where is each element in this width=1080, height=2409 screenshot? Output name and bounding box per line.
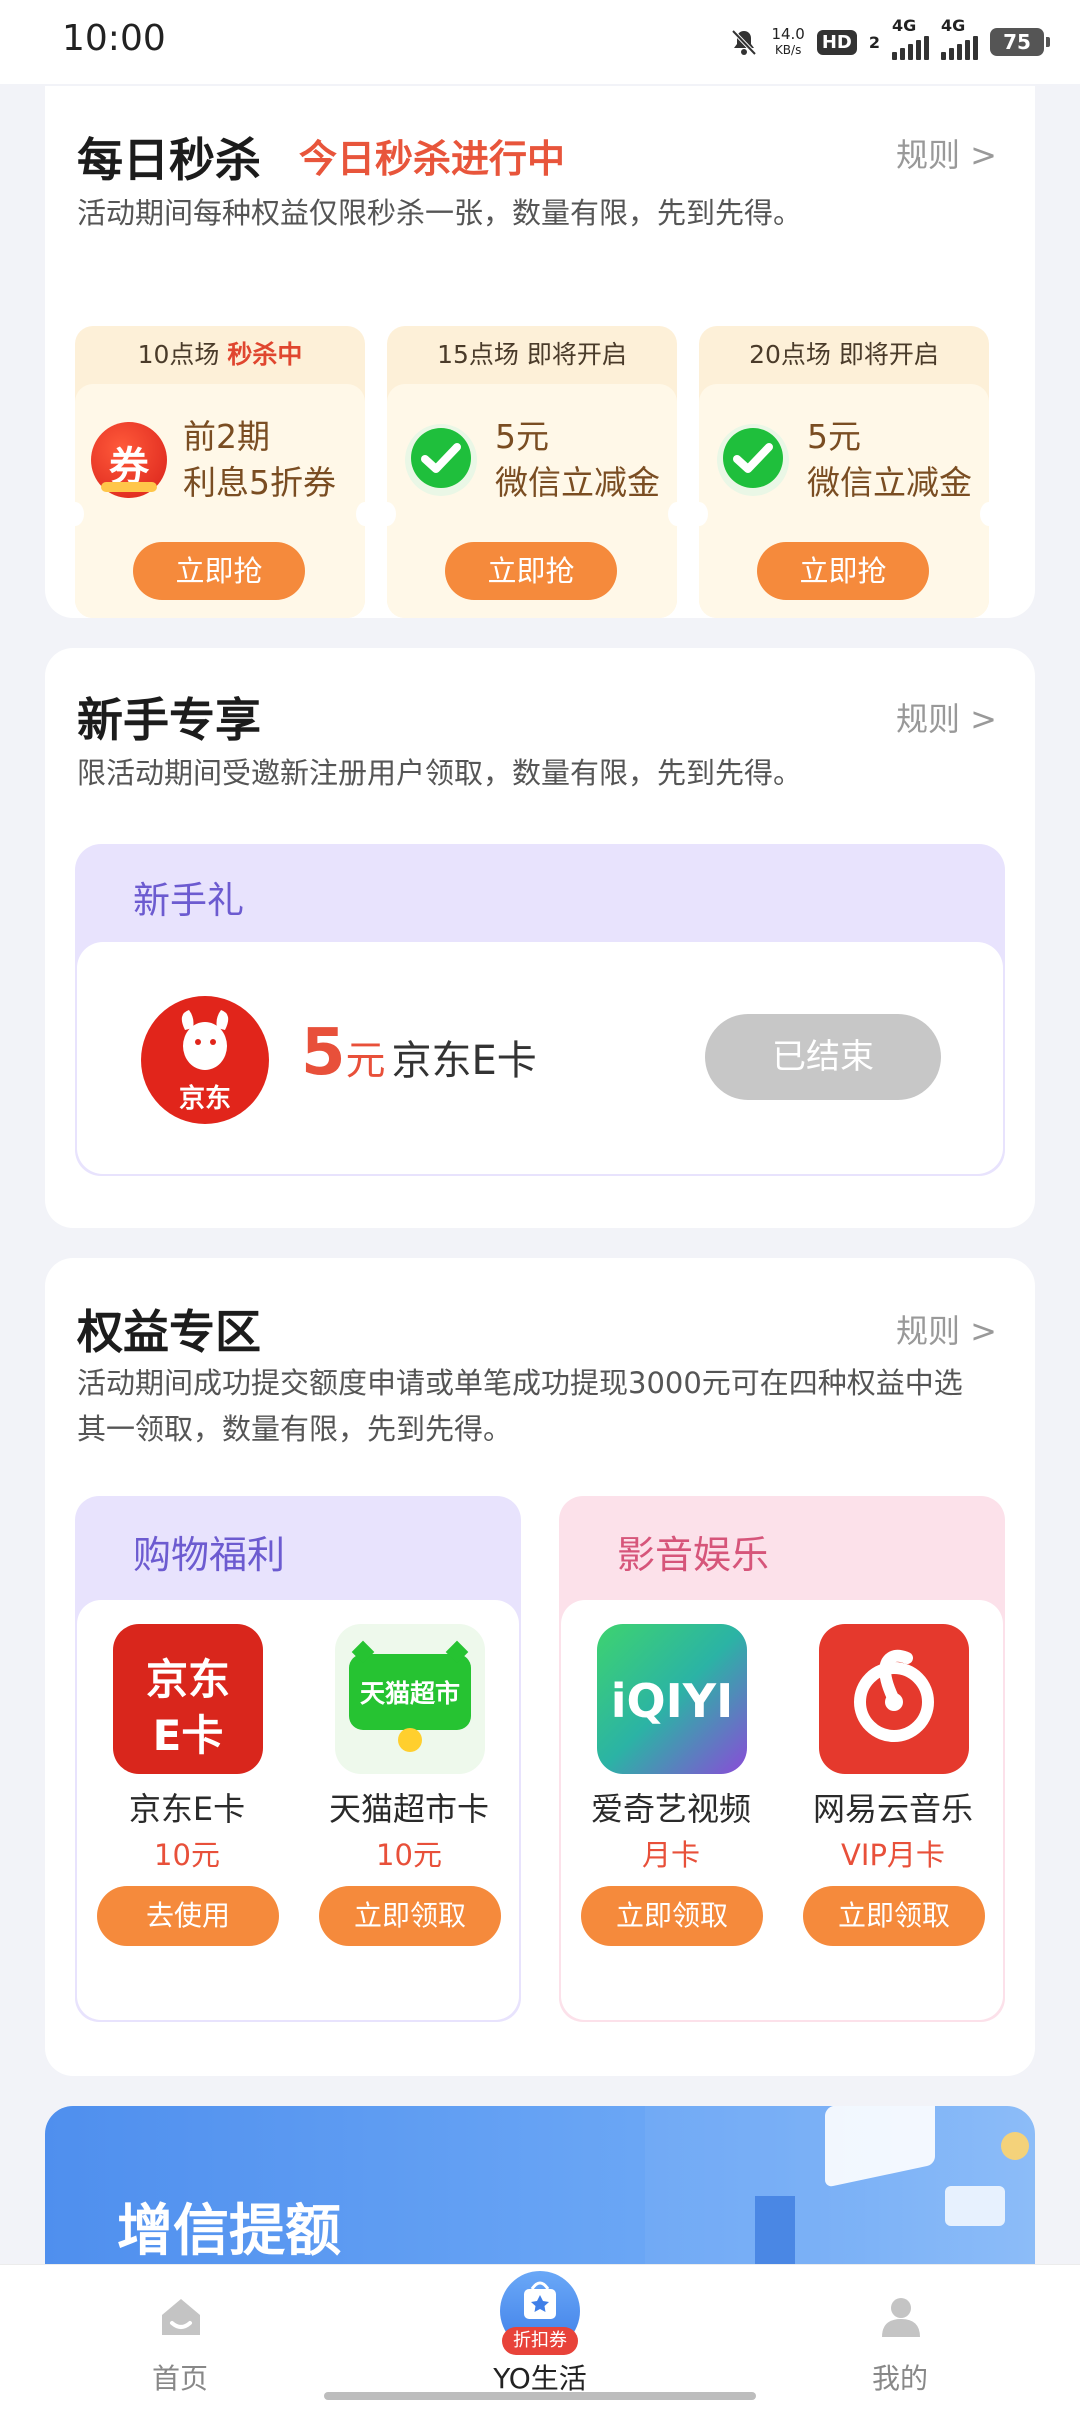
newbie-rule-link[interactable]: 规则 > [896, 694, 997, 740]
benefit-tmall-card: 天猫超市 天猫超市卡 10元 立即领取 [299, 1600, 519, 2020]
status-bar: 10:00 14.0 KB/s HD 2 4G 4G 75 [0, 0, 1080, 84]
use-button[interactable]: 去使用 [97, 1886, 279, 1946]
media-entertainment-box: 影音娱乐 iQIYI 爱奇艺视频 月卡 立即领取 网易云音乐 VIP月卡 立即领… [559, 1496, 1005, 2022]
mute-bell-icon [731, 29, 757, 56]
signal-1-icon: 4G [892, 16, 929, 60]
newbie-desc: 限活动期间受邀新注册用户领取，数量有限，先到先得。 [77, 756, 803, 790]
newbie-card: 新手专享 规则 > 限活动期间受邀新注册用户领取，数量有限，先到先得。 新手礼 … [45, 648, 1035, 1228]
flash-session-20: 20点场 即将开启 5元 微信立减金 立即抢 [699, 326, 989, 618]
benefit-netease-music: 网易云音乐 VIP月卡 立即领取 [783, 1600, 1003, 2020]
newbie-title: 新手专享 [77, 693, 261, 747]
wechat-icon [405, 424, 477, 496]
flash-sale-card: 每日秒杀 今日秒杀进行中 规则 > 活动期间每种权益仅限秒杀一张，数量有限，先到… [45, 86, 1035, 618]
flash-sale-rule-link[interactable]: 规则 > [896, 130, 997, 176]
home-indicator [324, 2392, 756, 2400]
claim-button[interactable]: 立即领取 [803, 1886, 985, 1946]
sim2-label: 2 [868, 32, 880, 52]
newbie-gift-title: 新手礼 [133, 879, 244, 922]
flash-sale-title: 每日秒杀 [77, 133, 261, 187]
benefit-iqiyi: iQIYI 爱奇艺视频 月卡 立即领取 [561, 1600, 781, 2020]
iqiyi-icon: iQIYI [597, 1624, 747, 1774]
session-header: 15点场 即将开启 [437, 340, 627, 369]
flash-sale-status: 今日秒杀进行中 [299, 137, 566, 181]
status-time: 10:00 [62, 18, 166, 59]
benefit-name: 爱奇艺视频 [590, 1790, 751, 1828]
session-header: 10点场 秒杀中 [137, 340, 303, 369]
benefit-name: 网易云音乐 [812, 1790, 973, 1828]
tab-home[interactable]: 首页 [80, 2265, 280, 2409]
jd-ecard-icon: 京东 E卡 [113, 1624, 263, 1774]
tab-mine[interactable]: 我的 [800, 2265, 1000, 2409]
tab-yo-life[interactable]: 折扣券 YO生活 [440, 2265, 640, 2409]
shopping-benefits-title: 购物福利 [133, 1533, 286, 1577]
battery-icon: 75 [990, 28, 1050, 56]
home-icon [162, 2299, 200, 2335]
claim-button[interactable]: 立即领取 [319, 1886, 501, 1946]
flash-sale-desc: 活动期间每种权益仅限秒杀一张，数量有限，先到先得。 [77, 196, 803, 230]
shopping-benefits-box: 购物福利 京东 E卡 京东E卡 10元 去使用 天猫超市 天猫超市卡 10元 立… [75, 1496, 521, 2022]
net-speed: 14.0 KB/s [771, 25, 805, 57]
wechat-icon [717, 424, 789, 496]
newbie-reward: 5元 京东E卡 [301, 1016, 537, 1090]
tmall-supermarket-icon: 天猫超市 [335, 1624, 485, 1774]
flash-session-15: 15点场 即将开启 5元 微信立减金 立即抢 [387, 326, 677, 618]
user-icon [882, 2298, 920, 2337]
benefit-value: 10元 [376, 1838, 442, 1872]
hd-badge: HD [816, 29, 857, 55]
signal-2-icon: 4G [941, 16, 978, 60]
rights-title: 权益专区 [77, 1305, 261, 1359]
benefit-jd-ecard: 京东 E卡 京东E卡 10元 去使用 [77, 1600, 297, 2020]
banner-title: 增信提额 [117, 2199, 341, 2264]
jd-logo-icon: 京东 [141, 996, 269, 1124]
session-reward: 前2期 利息5折券 [183, 417, 336, 502]
grab-button[interactable]: 立即抢 [133, 542, 305, 600]
coupon-icon: 券 [91, 422, 167, 498]
bottom-nav: 首页 折扣券 YO生活 我的 [0, 2264, 1080, 2409]
newbie-gift-box: 新手礼 京东 5元 京东E卡 已结束 [75, 844, 1005, 1176]
grab-button[interactable]: 立即抢 [445, 542, 617, 600]
status-icons: 14.0 KB/s HD 2 4G 4G 75 [729, 16, 1050, 64]
rights-rule-link[interactable]: 规则 > [896, 1306, 997, 1352]
session-header: 20点场 即将开启 [749, 340, 939, 369]
session-reward: 5元 微信立减金 [495, 417, 660, 502]
session-reward: 5元 微信立减金 [807, 417, 972, 502]
rights-desc: 活动期间成功提交额度申请或单笔成功提现3000元可在四种权益中选 其一领取，数量… [77, 1366, 963, 1446]
benefit-value: VIP月卡 [841, 1838, 945, 1872]
discount-coupon-badge: 折扣券 [502, 2327, 578, 2355]
flash-session-10: 10点场 秒杀中 券 前2期 利息5折券 立即抢 [75, 326, 365, 618]
benefit-name: 天猫超市卡 [328, 1790, 489, 1828]
netease-music-icon [819, 1624, 969, 1774]
claim-button[interactable]: 立即领取 [581, 1886, 763, 1946]
benefit-value: 月卡 [641, 1838, 700, 1872]
media-entertainment-title: 影音娱乐 [617, 1533, 770, 1577]
benefit-name: 京东E卡 [128, 1790, 246, 1828]
ended-button[interactable]: 已结束 [705, 1014, 941, 1100]
benefit-value: 10元 [154, 1838, 220, 1872]
grab-button[interactable]: 立即抢 [757, 542, 929, 600]
rights-card: 权益专区 规则 > 活动期间成功提交额度申请或单笔成功提现3000元可在四种权益… [45, 1258, 1035, 2076]
